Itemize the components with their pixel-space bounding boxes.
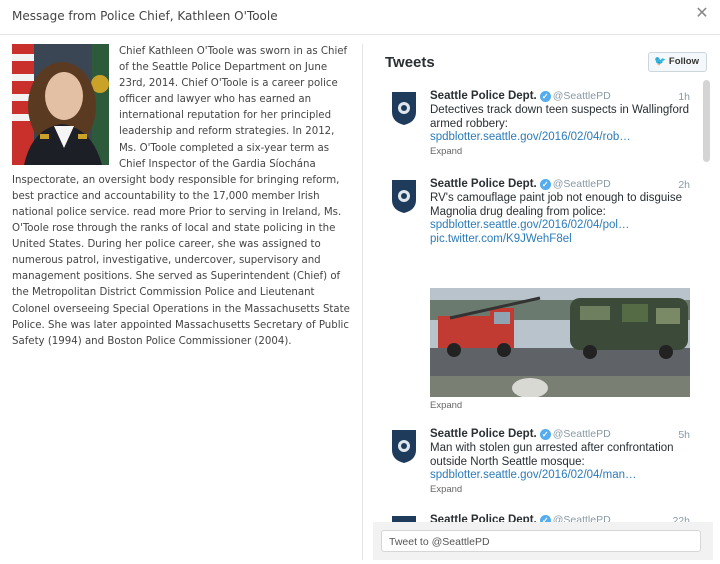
tweet-author-name: Seattle Police Dept. [430,90,537,102]
tweet-author[interactable]: Seattle Police Dept. ✓ @SeattlePD [430,90,611,102]
tweet-handle: @SeattlePD [552,90,611,102]
tow-truck-rv-photo [430,288,690,397]
tweet-link[interactable]: spdblotter.seattle.gov/2016/02/04/rob… [430,131,692,145]
tweets-title: Tweets [385,54,435,71]
tweet-expand[interactable]: Expand [430,400,462,411]
message-dialog: Message from Police Chief, Kathleen O'To… [0,0,720,564]
tweet-body: Man with stolen gun arrested after confr… [430,442,674,468]
tweet-pic-link[interactable]: pic.twitter.com/K9JWehF8el [430,233,692,247]
twitter-timeline: Tweets 🐦 Follow Seattle Police Dept. ✓ @Sea… [373,44,713,560]
verified-icon: ✓ [539,179,551,190]
tweet-link[interactable]: spdblotter.seattle.gov/2016/02/04/man… [430,469,692,483]
tweet-photo[interactable] [430,288,690,397]
tweet-handle: @SeattlePD [552,428,611,440]
tweet-expand[interactable]: Expand [430,146,462,157]
seattle-police-avatar[interactable] [388,428,420,464]
follow-button[interactable]: 🐦 Follow [648,52,707,72]
tweet-expand[interactable]: Expand [430,484,462,495]
tweet-handle: @SeattlePD [552,178,611,190]
dialog-header: Message from Police Chief, Kathleen O'To… [0,0,720,35]
tweet-body: Detectives track down teen suspects in W… [430,104,690,130]
chief-portrait-image [12,44,109,165]
follow-label: Follow [668,56,699,67]
tweet-item[interactable]: Seattle Police Dept. ✓ @SeattlePD 5h Man w… [385,428,690,498]
tweet-timestamp[interactable]: 5h [678,429,690,441]
twitter-bird-icon: 🐦 [654,56,666,67]
tweet-body: RV's camouflage paint job not enough to … [430,192,682,218]
chief-bio: Chief Kathleen O'Toole was sworn in as C… [12,44,352,350]
tweet-text: RV's camouflage paint job not enough to … [430,192,692,246]
tweet-compose-input[interactable]: Tweet to @SeattlePD [381,530,701,552]
tweet-item[interactable]: Seattle Police Dept. ✓ @SeattlePD 2h RV's … [385,178,690,414]
tweet-author-name: Seattle Police Dept. [430,428,537,440]
tweet-text: Detectives track down teen suspects in W… [430,104,692,145]
seattle-police-avatar[interactable] [388,178,420,214]
tweet-author[interactable]: Seattle Police Dept. ✓ @SeattlePD [430,178,611,190]
close-icon[interactable]: ✕ [692,4,712,24]
tweet-link[interactable]: spdblotter.seattle.gov/2016/02/04/pol… [430,219,692,233]
tweet-author-name: Seattle Police Dept. [430,178,537,190]
timeline-scrollbar[interactable] [703,80,710,162]
tweet-timestamp[interactable]: 1h [678,91,690,103]
tweet-author[interactable]: Seattle Police Dept. ✓ @SeattlePD [430,428,611,440]
tweet-item[interactable]: Seattle Police Dept. ✓ @SeattlePD 1h Detec… [385,90,690,160]
seattle-police-avatar[interactable] [388,90,420,126]
verified-icon: ✓ [539,429,551,440]
verified-icon: ✓ [539,91,551,102]
tweet-text: Man with stolen gun arrested after confr… [430,442,692,483]
column-divider [362,44,363,560]
dialog-title: Message from Police Chief, Kathleen O'To… [12,9,278,23]
tweet-timestamp[interactable]: 2h [678,179,690,191]
chief-portrait [12,44,109,165]
